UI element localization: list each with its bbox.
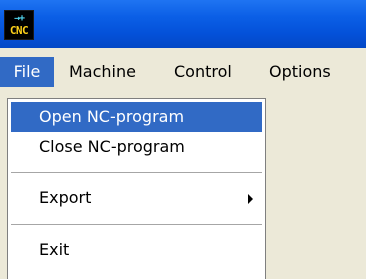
menu-item-label: Export xyxy=(39,188,92,207)
menu-item-export[interactable]: Export xyxy=(11,183,262,213)
menu-item-label: Close NC-program xyxy=(39,137,185,156)
title-bar[interactable]: →+ CNC xyxy=(0,0,366,48)
app-icon-text: CNC xyxy=(9,24,29,37)
file-menu-dropdown: Open NC-program Close NC-program Export … xyxy=(7,98,266,279)
menu-control[interactable]: Control xyxy=(174,57,232,87)
menu-options[interactable]: Options xyxy=(269,57,331,87)
menu-file[interactable]: File xyxy=(0,57,54,87)
cnc-app-icon[interactable]: →+ CNC xyxy=(4,10,34,40)
menu-item-close-nc-program[interactable]: Close NC-program xyxy=(11,132,262,162)
menu-machine[interactable]: Machine xyxy=(69,57,136,87)
menu-separator xyxy=(11,172,262,173)
menu-separator xyxy=(11,224,262,225)
menu-bar: File Machine Control Options xyxy=(0,48,366,97)
submenu-arrow-icon xyxy=(248,194,253,204)
menu-item-label: Open NC-program xyxy=(39,107,185,126)
menu-item-label: Exit xyxy=(39,240,70,259)
app-icon-pins: →+ xyxy=(13,13,25,24)
menu-item-open-nc-program[interactable]: Open NC-program xyxy=(11,102,262,132)
menu-item-exit[interactable]: Exit xyxy=(11,235,262,265)
